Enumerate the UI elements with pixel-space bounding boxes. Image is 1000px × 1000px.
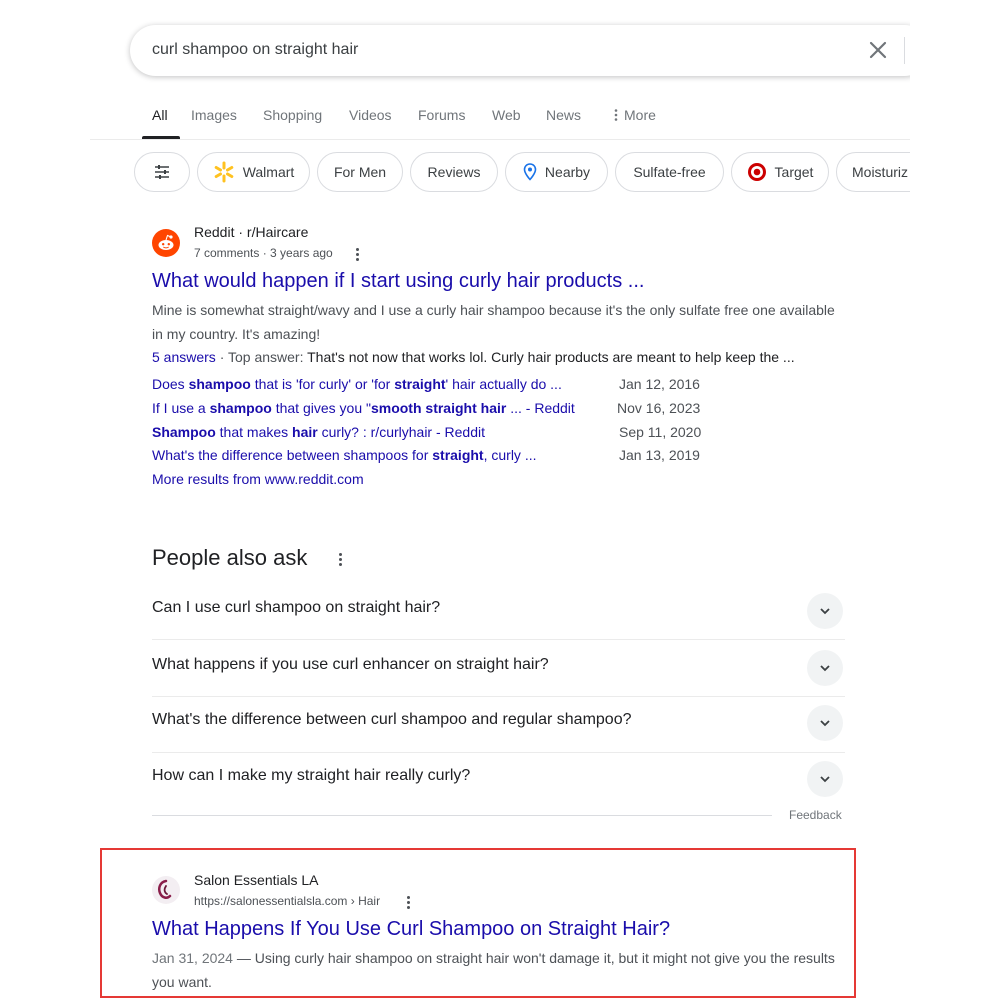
chip-nearby[interactable]: Nearby [505, 152, 608, 192]
paa-bottom-divider [152, 815, 772, 816]
viewport-edge [910, 0, 1000, 200]
tab-more[interactable]: More [612, 107, 656, 123]
chip-walmart-label: Walmart [242, 164, 295, 180]
salon-logo-icon [158, 879, 172, 899]
sitelink-bold: shampoo [209, 400, 272, 416]
chip-reviews[interactable]: Reviews [410, 152, 498, 192]
chip-nearby-label: Nearby [544, 164, 591, 180]
tab-news[interactable]: News [546, 107, 581, 123]
chevron-down-icon[interactable] [807, 650, 843, 686]
tab-forums[interactable]: Forums [418, 107, 465, 123]
reddit-icon [158, 234, 174, 250]
answers-link[interactable]: 5 answers [152, 349, 216, 365]
sitelink-text: ... - Reddit [506, 400, 575, 416]
tab-videos[interactable]: Videos [349, 107, 392, 123]
chip-sulfate-free-label: Sulfate-free [633, 164, 706, 180]
sitelink-4-date: Jan 13, 2019 [619, 447, 700, 463]
filter-settings-chip[interactable] [134, 152, 190, 192]
sitelink-2[interactable]: If I use a shampoo that gives you "smoot… [152, 400, 575, 416]
paa-question-text: What's the difference between curl shamp… [152, 711, 632, 728]
paa-question-2[interactable]: What happens if you use curl enhancer on… [152, 640, 845, 696]
sitelink-text: curly? : r/curlyhair - Reddit [317, 424, 486, 440]
sitelink-text: What's the difference between shampoos f… [152, 447, 433, 463]
chip-reviews-label: Reviews [427, 164, 481, 180]
paa-menu-icon[interactable] [335, 552, 345, 568]
reddit-site-name: Reddit · r/Haircare [194, 224, 309, 240]
chip-target-label: Target [774, 164, 814, 180]
chip-sulfate-free[interactable]: Sulfate-free [615, 152, 724, 192]
salon-snippet-text: — Using curly hair shampoo on straight h… [152, 950, 835, 990]
sitelink-3[interactable]: Shampoo that makes hair curly? : r/curly… [152, 424, 485, 440]
reddit-answer-line: 5 answers · Top answer: That's not now t… [152, 345, 852, 369]
clear-search-icon[interactable] [866, 38, 890, 62]
chevron-down-icon[interactable] [807, 593, 843, 629]
sitelink-text: that makes [215, 424, 293, 440]
location-pin-icon [523, 163, 537, 181]
tab-images[interactable]: Images [191, 107, 237, 123]
search-input[interactable]: curl shampoo on straight hair [152, 41, 358, 59]
more-results-link[interactable]: More results from www.reddit.com [152, 471, 364, 487]
search-bar: curl shampoo on straight hair [130, 25, 930, 76]
salon-site-name: Salon Essentials LA [194, 872, 319, 888]
sitelink-text: If I use a [152, 400, 210, 416]
reddit-result-title[interactable]: What would happen if I start using curly… [152, 270, 644, 293]
reddit-snippet: Mine is somewhat straight/wavy and I use… [152, 302, 835, 342]
paa-question-text: How can I make my straight hair really c… [152, 767, 471, 784]
paa-question-text: Can I use curl shampoo on straight hair? [152, 599, 441, 616]
paa-question-3[interactable]: What's the difference between curl shamp… [152, 695, 845, 751]
chip-for-men-label: For Men [333, 164, 387, 180]
sitelink-1-date: Jan 12, 2016 [619, 376, 700, 392]
chip-target[interactable]: Target [731, 152, 829, 192]
salon-result-title[interactable]: What Happens If You Use Curl Shampoo on … [152, 918, 670, 941]
salon-result-menu-icon[interactable] [403, 895, 413, 909]
paa-question-text: What happens if you use curl enhancer on… [152, 656, 549, 673]
sitelink-bold: shampoo [188, 376, 251, 392]
salon-favicon [152, 876, 180, 904]
salon-date: Jan 31, 2024 [152, 950, 233, 966]
feedback-link[interactable]: Feedback [789, 808, 842, 822]
tab-all[interactable]: All [152, 107, 168, 123]
chip-for-men[interactable]: For Men [317, 152, 403, 192]
sitelink-4[interactable]: What's the difference between shampoos f… [152, 447, 537, 463]
sitelink-text: ' hair actually do ... [445, 376, 562, 392]
tabs-divider [90, 139, 910, 140]
sitelink-2-date: Nov 16, 2023 [617, 400, 701, 416]
walmart-icon [214, 161, 234, 183]
paa-question-4[interactable]: How can I make my straight hair really c… [152, 751, 845, 807]
top-answer-label: · Top answer: [215, 349, 308, 365]
sitelink-3-date: Sep 11, 2020 [619, 424, 702, 440]
more-vert-icon [614, 109, 618, 121]
sitelink-text: that is 'for curly' or 'for [250, 376, 395, 392]
sitelink-text: Does [152, 376, 189, 392]
salon-snippet: Jan 31, 2024 — Using curly hair shampoo … [152, 946, 842, 994]
chevron-down-icon[interactable] [807, 761, 843, 797]
tab-more-label: More [624, 107, 656, 123]
sitelink-bold: Shampoo [152, 424, 216, 440]
people-also-ask-heading: People also ask [152, 545, 308, 570]
sitelink-bold: straight [432, 447, 484, 463]
chevron-down-icon[interactable] [807, 705, 843, 741]
paa-question-1[interactable]: Can I use curl shampoo on straight hair? [152, 583, 845, 639]
target-icon [747, 163, 766, 181]
sitelink-text: , curly ... [483, 447, 537, 463]
sitelink-1[interactable]: Does shampoo that is 'for curly' or 'for… [152, 376, 562, 392]
tab-shopping[interactable]: Shopping [263, 107, 322, 123]
sitelink-bold: straight [394, 376, 446, 392]
chip-moisturizing-label: Moisturiz [852, 164, 909, 180]
tab-web[interactable]: Web [492, 107, 521, 123]
sitelink-text: that gives you " [271, 400, 371, 416]
search-divider [904, 37, 905, 64]
sitelink-bold: smooth straight hair [370, 400, 507, 416]
top-answer-text: That's not now that works lol. Curly hai… [307, 349, 795, 365]
reddit-favicon [152, 229, 180, 257]
reddit-meta: 7 comments · 3 years ago [194, 246, 333, 260]
tune-icon [155, 165, 169, 179]
chip-walmart[interactable]: Walmart [197, 152, 310, 192]
reddit-result-menu-icon[interactable] [352, 247, 362, 261]
sitelink-bold: hair [292, 424, 318, 440]
salon-url: https://salonessentialsla.com › Hair [194, 894, 381, 908]
